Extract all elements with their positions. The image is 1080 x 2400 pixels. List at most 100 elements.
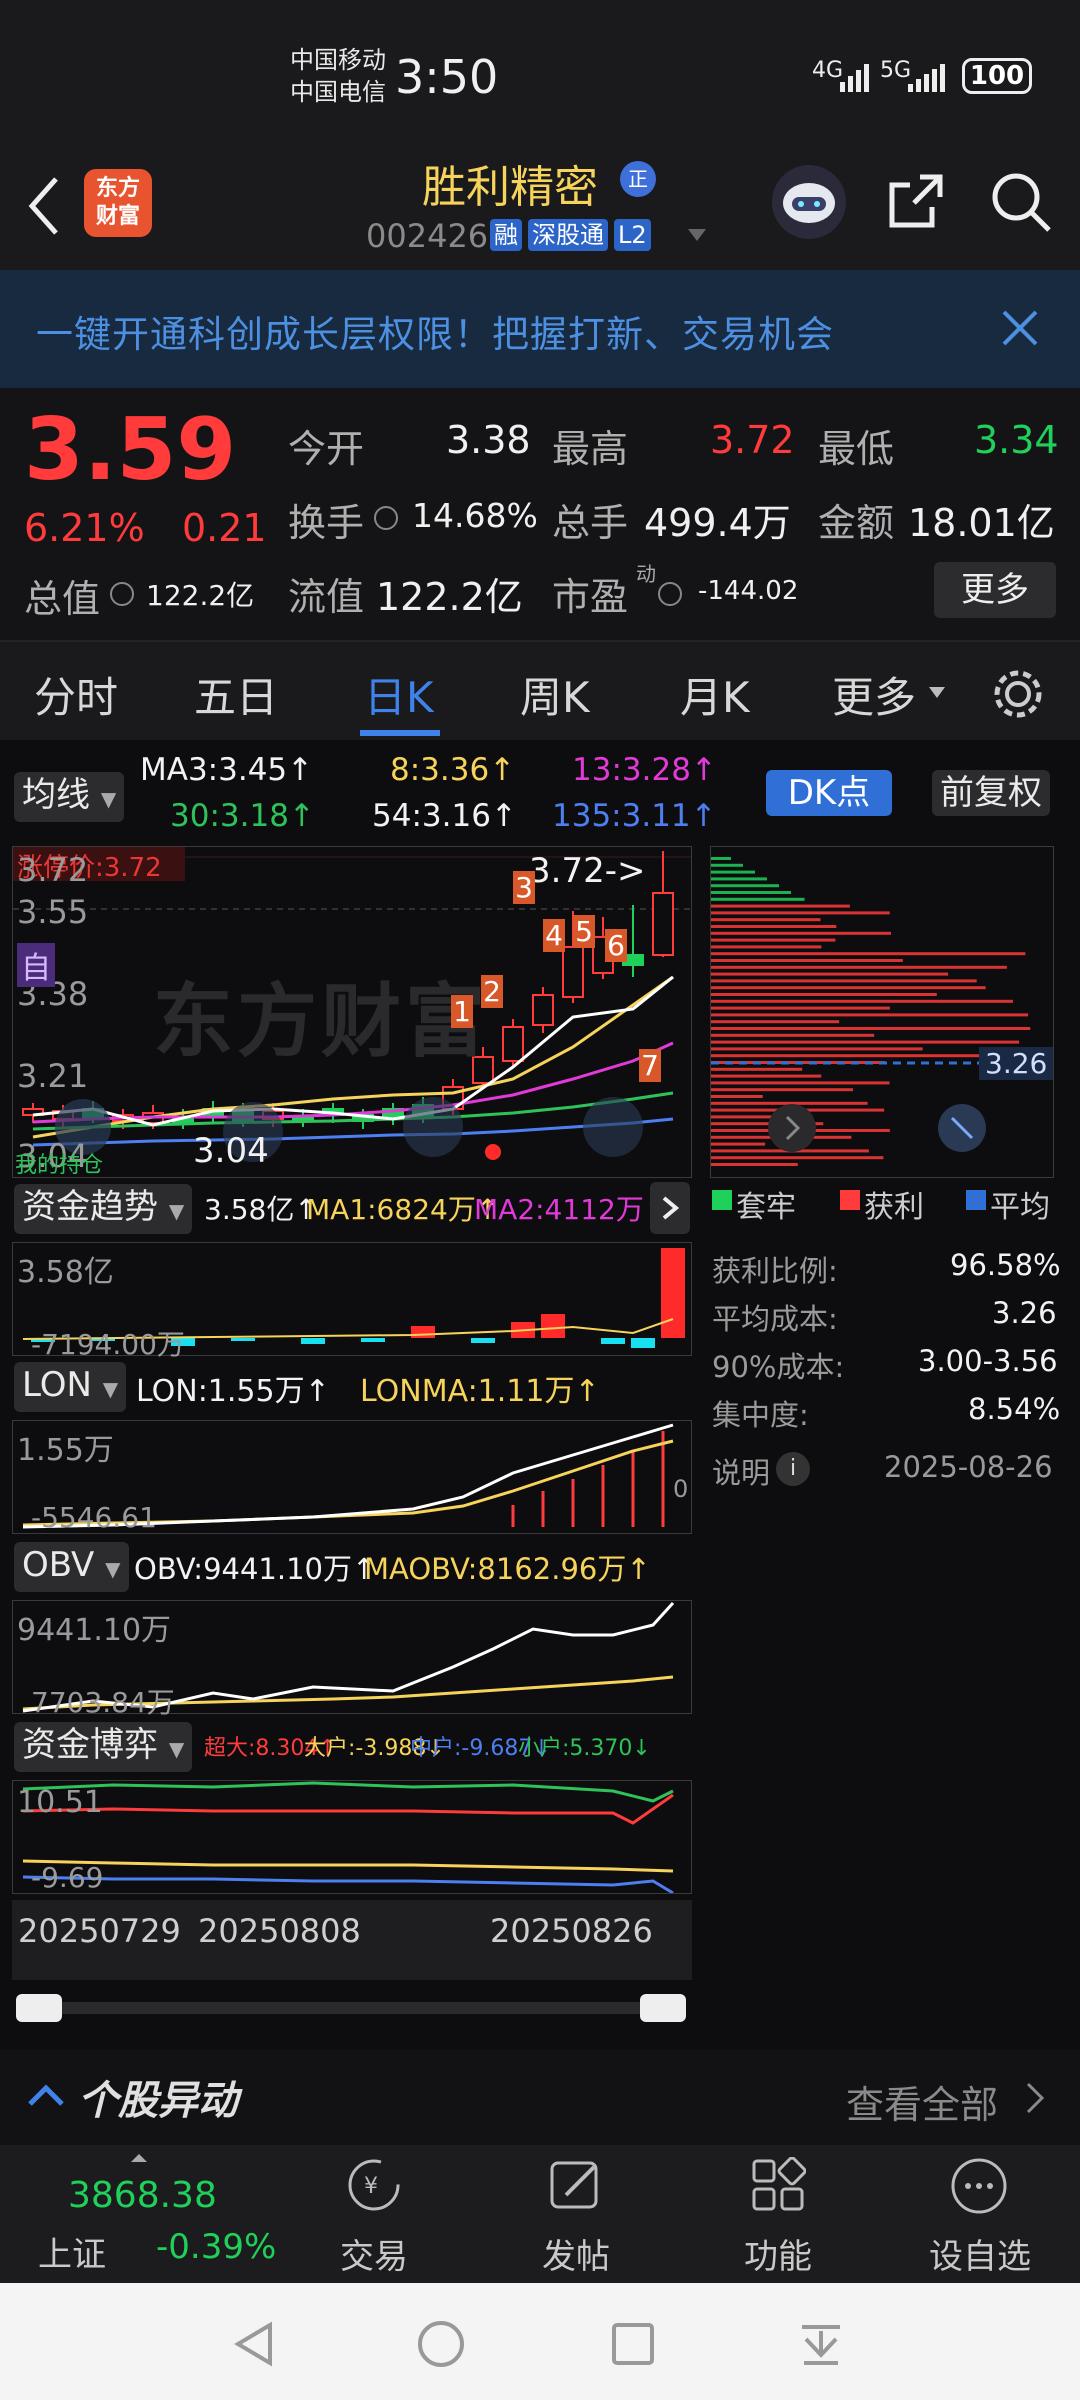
lon-y-top: 1.55万 bbox=[17, 1433, 114, 1468]
tab-monthly-k[interactable]: 月K bbox=[680, 664, 750, 725]
chip-bar bbox=[711, 1020, 840, 1024]
tab-five-day[interactable]: 五日 bbox=[194, 664, 278, 725]
chip-bar bbox=[711, 884, 779, 888]
profit-ratio-label: 获利比例: bbox=[712, 1254, 838, 1288]
kline-panel[interactable]: 东方财富 涨停价:3.72 3.72 3.55 3.38 3.21 3.04 自… bbox=[12, 846, 692, 1178]
close-icon[interactable] bbox=[1000, 308, 1040, 348]
back-triangle-icon[interactable] bbox=[230, 2319, 280, 2369]
info-icon[interactable] bbox=[110, 582, 134, 606]
trade-icon[interactable]: ¥ bbox=[344, 2155, 404, 2215]
more-icon[interactable] bbox=[950, 2157, 1008, 2215]
marker-6: 6 bbox=[605, 929, 627, 962]
home-circle-icon[interactable] bbox=[416, 2319, 466, 2369]
tab-daily-k[interactable]: 日K bbox=[364, 664, 434, 725]
nav-post[interactable]: 发帖 bbox=[506, 2229, 646, 2278]
fund-trend-panel[interactable]: 3.58亿 -7194.00万 bbox=[12, 1242, 692, 1361]
movement-section[interactable]: 个股异动 查看全部 bbox=[0, 2050, 1080, 2140]
chip-bar bbox=[711, 1067, 803, 1071]
info-icon[interactable] bbox=[658, 582, 682, 606]
chevron-right-icon[interactable] bbox=[1024, 2080, 1048, 2116]
system-nav-bar bbox=[0, 2283, 1080, 2400]
chip-bar bbox=[711, 931, 891, 935]
index-change[interactable]: -0.39% bbox=[156, 2227, 276, 2267]
ma54-value: 54:3.16↑ bbox=[372, 798, 517, 834]
fund-trend-ma1: MA1:6824万↑ bbox=[306, 1193, 500, 1226]
official-badge: 正 bbox=[620, 161, 656, 197]
chip-bar bbox=[711, 918, 821, 922]
post-icon[interactable] bbox=[548, 2157, 604, 2213]
mcap-value: 122.2亿 bbox=[146, 579, 255, 612]
chip-bar bbox=[711, 904, 850, 908]
search-icon[interactable] bbox=[988, 169, 1054, 235]
fund-game-chart bbox=[22, 1781, 674, 1893]
pe-label: 市盈 bbox=[552, 575, 629, 619]
chip-bar bbox=[711, 891, 791, 894]
range-scrollbar[interactable] bbox=[20, 2002, 684, 2014]
legend-swatch-average bbox=[966, 1190, 986, 1210]
gear-icon[interactable] bbox=[990, 666, 1046, 722]
stock-name[interactable]: 胜利精密 bbox=[422, 151, 598, 215]
legend-swatch-profit bbox=[840, 1190, 860, 1210]
lon-zero: 0 bbox=[673, 1475, 689, 1503]
index-name[interactable]: 上证 bbox=[38, 2227, 106, 2276]
index-value[interactable]: 3868.38 bbox=[68, 2175, 217, 2216]
dropdown-icon[interactable] bbox=[686, 227, 708, 243]
turnover-label: 换手 bbox=[288, 501, 365, 545]
period-tabs: 分时 五日 日K 周K 月K 更多 bbox=[0, 640, 1080, 742]
info-icon[interactable]: i bbox=[776, 1452, 810, 1486]
more-button[interactable]: 更多 bbox=[934, 562, 1056, 618]
carrier-1: 中国移动 bbox=[290, 46, 386, 74]
info-icon[interactable] bbox=[374, 506, 398, 530]
nav-function[interactable]: 功能 bbox=[708, 2229, 848, 2278]
promo-banner[interactable]: 一键开通科创成长层权限！把握打新、交易机会 bbox=[0, 270, 1080, 388]
chevron-up-icon[interactable] bbox=[26, 2080, 66, 2110]
turnover-value: 14.68% bbox=[412, 496, 538, 535]
nav-add-watchlist[interactable]: 设自选 bbox=[910, 2229, 1050, 2278]
dk-point-button[interactable]: DK点 bbox=[766, 770, 892, 816]
note-label[interactable]: 说明 bbox=[712, 1450, 770, 1492]
chip-bar bbox=[711, 1013, 1029, 1017]
arrow-right-icon[interactable] bbox=[767, 1103, 817, 1153]
tab-intraday[interactable]: 分时 bbox=[34, 664, 118, 725]
lon-panel[interactable]: 1.55万 -5546.61 0 bbox=[12, 1420, 692, 1534]
marker-7: 7 bbox=[639, 1049, 661, 1082]
view-all-link[interactable]: 查看全部 bbox=[846, 2074, 998, 2129]
stock-tags: 融深股通 L2 bbox=[490, 219, 657, 251]
obv-selector[interactable]: OBV ▼ bbox=[14, 1542, 129, 1592]
self-select-tag[interactable]: 自 bbox=[17, 943, 55, 987]
back-icon[interactable] bbox=[24, 173, 64, 239]
robot-assistant-icon[interactable] bbox=[770, 163, 848, 241]
lonma-value: LONMA:1.11万↑ bbox=[360, 1374, 600, 1409]
nav-trade[interactable]: 交易 bbox=[304, 2229, 444, 2278]
adjust-button[interactable]: 前复权 bbox=[932, 770, 1050, 816]
range-handle-left[interactable] bbox=[16, 1994, 62, 2022]
fund-trend-selector[interactable]: 资金趋势 ▼ bbox=[14, 1184, 193, 1234]
fund-game-selector[interactable]: 资金博弈 ▼ bbox=[14, 1722, 193, 1772]
profit-ratio-value: 96.58% bbox=[950, 1248, 1061, 1282]
fund-game-panel[interactable]: 10.51 -9.69 bbox=[12, 1780, 692, 1894]
ma-selector[interactable]: 均线 ▼ bbox=[14, 772, 125, 822]
pe-value: -144.02 bbox=[698, 576, 799, 606]
expand-icon[interactable] bbox=[937, 1103, 987, 1153]
avg-cost-tag: 3.26 bbox=[979, 1047, 1054, 1080]
notification-pulldown-icon[interactable] bbox=[796, 2319, 846, 2369]
obv-panel[interactable]: 9441.10万 7703.84万 bbox=[12, 1600, 692, 1719]
share-icon[interactable] bbox=[884, 169, 948, 233]
tab-more[interactable]: 更多 bbox=[832, 664, 916, 725]
function-grid-icon[interactable] bbox=[750, 2157, 806, 2213]
chip-distribution[interactable]: 3.26 bbox=[710, 846, 1054, 1178]
float-label: 流值 bbox=[288, 575, 365, 619]
lon-y-bottom: -5546.61 bbox=[31, 1501, 157, 1534]
fund-trend-value: 3.58亿↑ bbox=[204, 1193, 318, 1226]
game-y-bottom: -9.69 bbox=[31, 1861, 104, 1894]
recents-square-icon[interactable] bbox=[608, 2319, 658, 2369]
tab-weekly-k[interactable]: 周K bbox=[520, 664, 590, 725]
expand-indicator-button[interactable] bbox=[650, 1182, 690, 1234]
chip-bar bbox=[711, 1142, 766, 1146]
fund-bar bbox=[601, 1338, 625, 1344]
fund-bar bbox=[631, 1338, 655, 1348]
concentration-value: 8.54% bbox=[968, 1392, 1061, 1426]
lon-selector[interactable]: LON ▼ bbox=[14, 1362, 127, 1412]
range-handle-right[interactable] bbox=[640, 1994, 686, 2022]
high-label: 最高 bbox=[552, 427, 629, 471]
